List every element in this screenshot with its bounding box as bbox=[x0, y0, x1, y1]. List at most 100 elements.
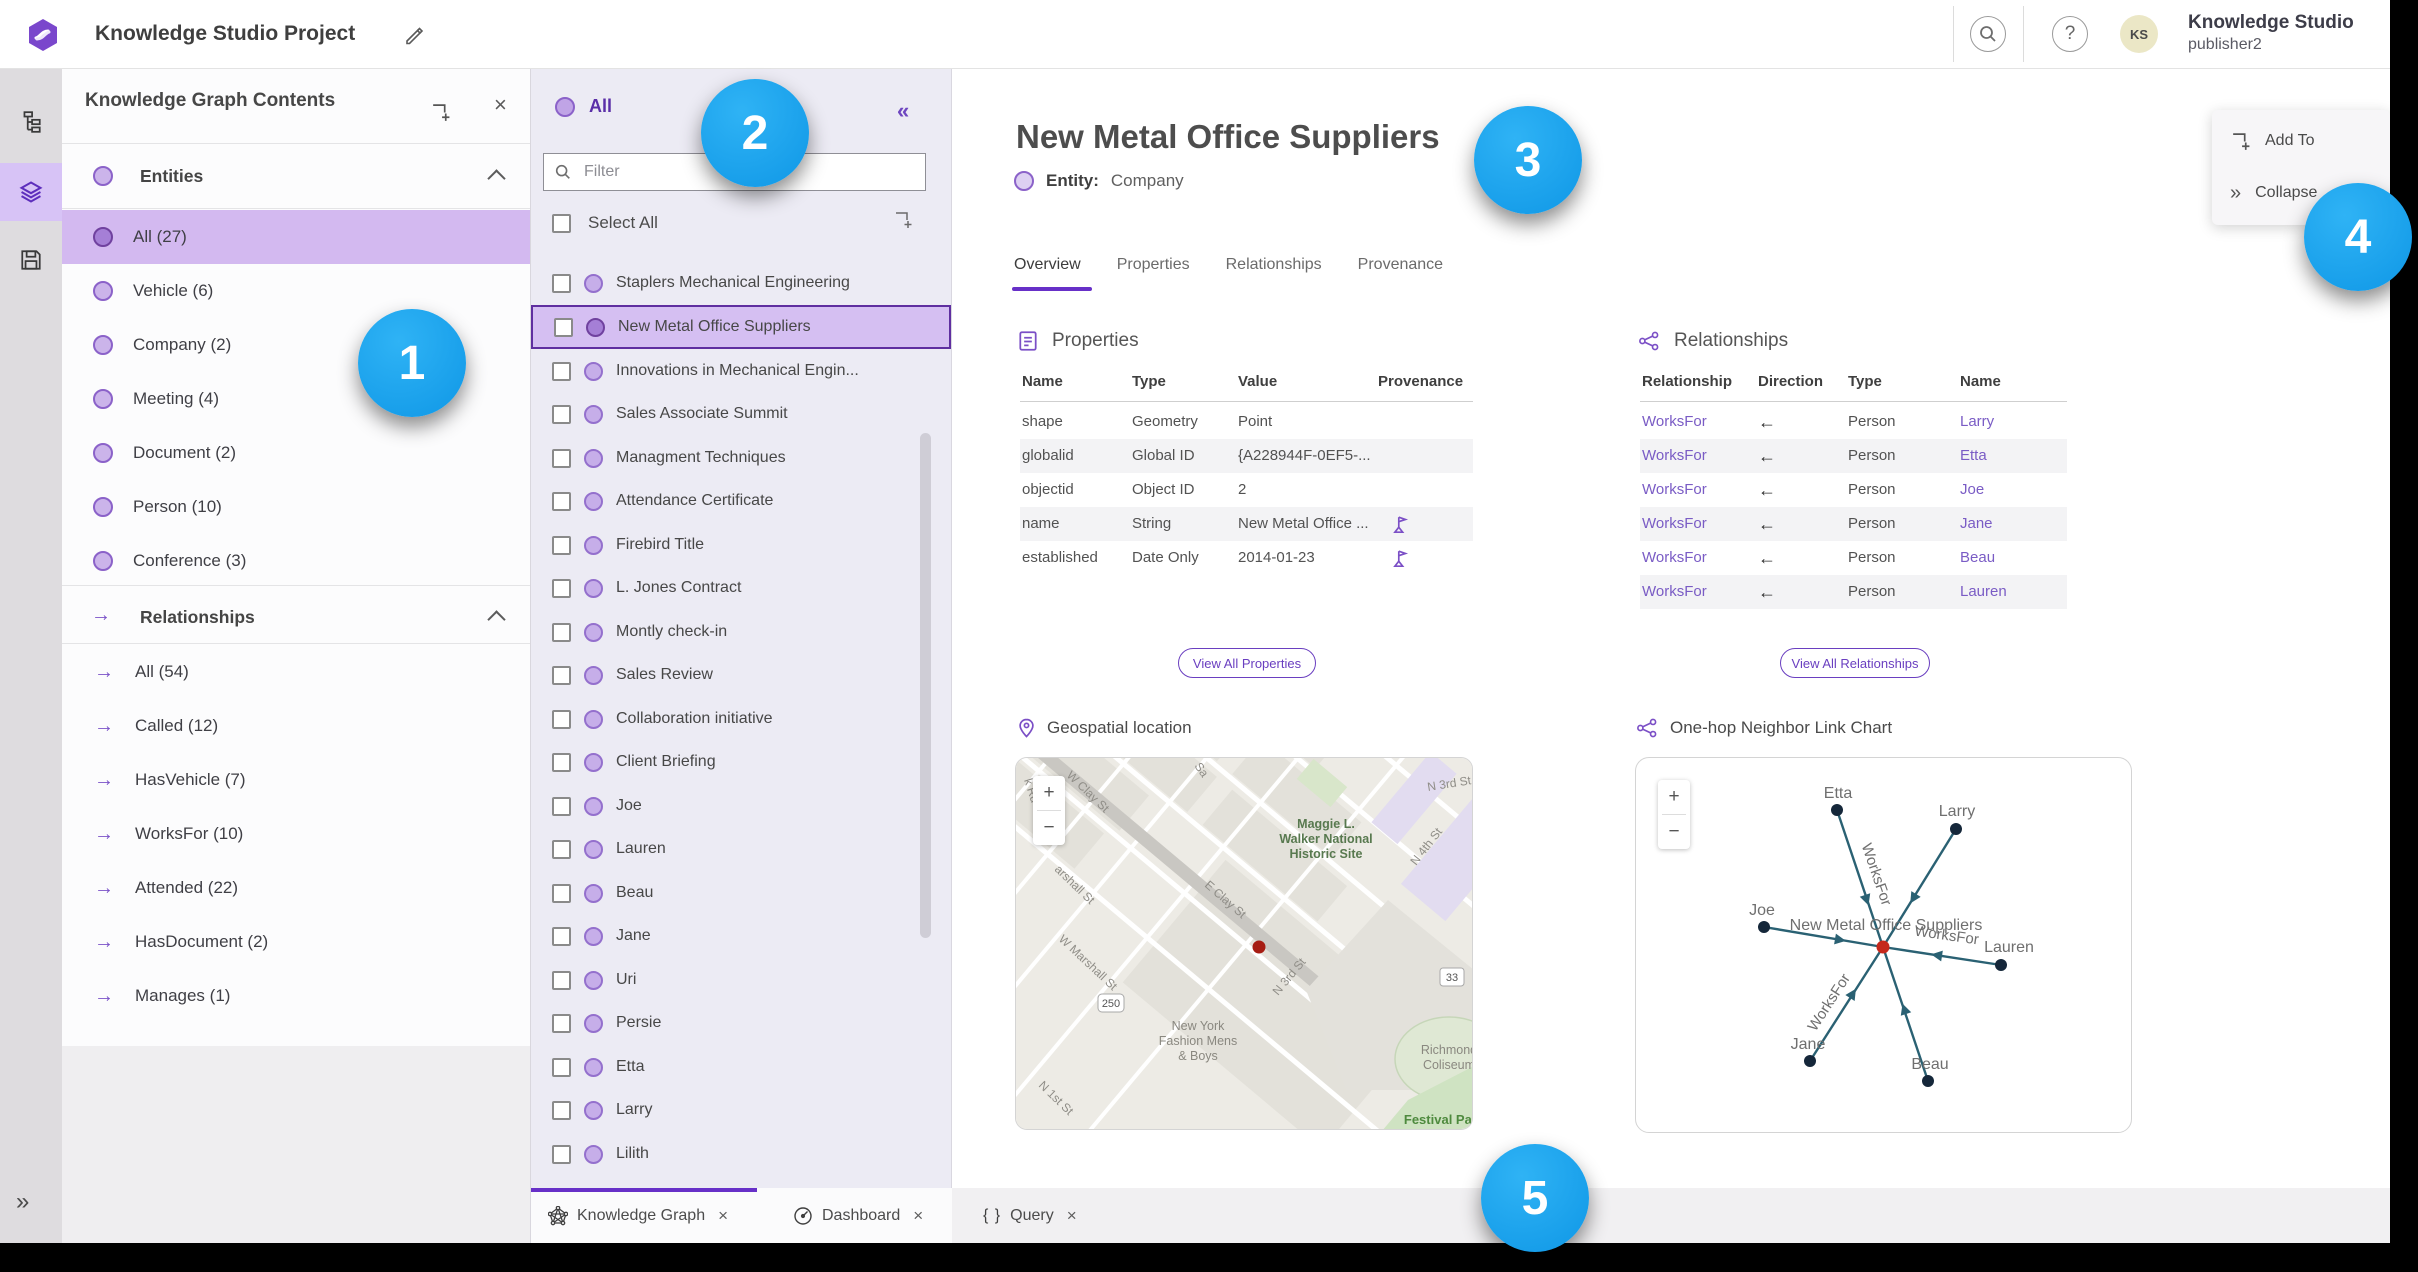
entity-link[interactable]: Joe bbox=[1960, 473, 1984, 507]
item-checkbox[interactable] bbox=[552, 448, 571, 468]
edit-title-icon[interactable] bbox=[403, 23, 425, 50]
entity-link[interactable]: Larry bbox=[1960, 405, 1994, 439]
item-checkbox[interactable] bbox=[552, 709, 571, 729]
data-model-tool-button[interactable] bbox=[0, 93, 62, 151]
list-item[interactable]: Joe bbox=[531, 784, 951, 828]
item-checkbox[interactable] bbox=[552, 622, 571, 642]
view-all-properties-button[interactable]: View All Properties bbox=[1178, 648, 1316, 678]
sidebar-item-hasvehicle[interactable]: → HasVehicle (7) bbox=[62, 753, 530, 807]
item-checkbox[interactable] bbox=[552, 970, 571, 990]
item-checkbox[interactable] bbox=[552, 1144, 571, 1164]
item-checkbox[interactable] bbox=[554, 317, 573, 337]
sidebar-item-manages[interactable]: → Manages (1) bbox=[62, 969, 530, 1023]
item-checkbox[interactable] bbox=[552, 883, 571, 903]
add-new-icon[interactable] bbox=[430, 102, 451, 128]
item-checkbox[interactable] bbox=[552, 578, 571, 598]
close-tab-icon[interactable]: × bbox=[1063, 1206, 1077, 1226]
item-checkbox[interactable] bbox=[552, 404, 571, 424]
list-item[interactable]: Montly check-in bbox=[531, 610, 951, 654]
collapse-entities-icon[interactable] bbox=[487, 169, 506, 188]
close-tab-icon[interactable]: × bbox=[714, 1206, 728, 1226]
list-item[interactable]: Client Briefing bbox=[531, 740, 951, 784]
graph-node[interactable] bbox=[1758, 921, 1770, 933]
select-all-row[interactable]: Select All bbox=[552, 203, 658, 243]
list-item[interactable]: L. Jones Contract bbox=[531, 566, 951, 610]
list-item[interactable]: Persie bbox=[531, 1001, 951, 1045]
relationships-section-header[interactable]: → Relationships bbox=[62, 586, 530, 650]
tab-properties[interactable]: Properties bbox=[1117, 256, 1190, 280]
zoom-in-button[interactable]: + bbox=[1658, 780, 1690, 814]
list-item[interactable]: Staplers Mechanical Engineering bbox=[531, 261, 951, 305]
list-item[interactable]: Larry bbox=[531, 1088, 951, 1132]
scrollbar[interactable] bbox=[920, 433, 931, 938]
add-to-button[interactable]: Add To bbox=[2230, 126, 2315, 156]
list-item[interactable]: Attendance Certificate bbox=[531, 479, 951, 523]
list-item[interactable]: Firebird Title bbox=[531, 523, 951, 567]
zoom-out-button[interactable]: − bbox=[1033, 811, 1065, 845]
item-checkbox[interactable] bbox=[552, 535, 571, 555]
list-item[interactable]: Jane bbox=[531, 914, 951, 958]
list-item[interactable]: Sales Review bbox=[531, 653, 951, 697]
list-item[interactable]: Uri bbox=[531, 958, 951, 1002]
sidebar-item-hasdocument[interactable]: → HasDocument (2) bbox=[62, 915, 530, 969]
list-item[interactable]: Etta bbox=[531, 1045, 951, 1089]
item-checkbox[interactable] bbox=[552, 1057, 571, 1077]
view-tab-knowledge-graph[interactable]: Knowledge Graph × bbox=[548, 1188, 728, 1243]
add-new-icon[interactable] bbox=[893, 210, 913, 235]
entities-section-header[interactable]: Entities bbox=[62, 144, 530, 208]
entity-link[interactable]: Jane bbox=[1960, 507, 1993, 541]
zoom-in-button[interactable]: + bbox=[1033, 776, 1065, 810]
relationship-link[interactable]: WorksFor bbox=[1642, 405, 1707, 439]
sidebar-item-entities-all[interactable]: All (27) bbox=[62, 210, 530, 264]
relationship-link[interactable]: WorksFor bbox=[1642, 473, 1707, 507]
sidebar-item-called[interactable]: → Called (12) bbox=[62, 699, 530, 753]
collapse-relationships-icon[interactable] bbox=[487, 610, 506, 629]
sidebar-item-conference[interactable]: Conference (3) bbox=[62, 534, 530, 588]
close-tab-icon[interactable]: × bbox=[909, 1206, 923, 1226]
view-all-relationships-button[interactable]: View All Relationships bbox=[1780, 648, 1930, 678]
list-item[interactable]: Managment Techniques bbox=[531, 436, 951, 480]
avatar[interactable]: KS bbox=[2120, 15, 2158, 53]
graph-node[interactable] bbox=[1804, 1055, 1816, 1067]
entity-link[interactable]: Lauren bbox=[1960, 575, 2007, 609]
list-item[interactable]: Collaboration initiative bbox=[531, 697, 951, 741]
list-item[interactable]: Lauren bbox=[531, 827, 951, 871]
graph-node[interactable] bbox=[1950, 823, 1962, 835]
collapse-button[interactable]: » Collapse bbox=[2230, 178, 2317, 208]
item-checkbox[interactable] bbox=[552, 491, 571, 511]
view-tab-query[interactable]: { } Query × bbox=[983, 1188, 1077, 1243]
close-panel-icon[interactable]: × bbox=[494, 92, 507, 118]
geospatial-map[interactable]: k Rd W Clay St Sa N 3rd St N 4th St arsh… bbox=[1015, 757, 1473, 1130]
tab-overview[interactable]: Overview bbox=[1014, 256, 1081, 280]
contents-tool-button[interactable] bbox=[0, 163, 62, 221]
item-checkbox[interactable] bbox=[552, 839, 571, 859]
graph-node[interactable] bbox=[1995, 959, 2007, 971]
search-button[interactable] bbox=[1970, 16, 2006, 52]
item-checkbox[interactable] bbox=[552, 1100, 571, 1120]
save-tool-button[interactable] bbox=[0, 231, 62, 289]
graph-node[interactable] bbox=[1922, 1075, 1934, 1087]
list-item[interactable]: Lilith bbox=[531, 1132, 951, 1176]
sidebar-item-vehicle[interactable]: Vehicle (6) bbox=[62, 264, 530, 318]
item-checkbox[interactable] bbox=[552, 926, 571, 946]
provenance-flag-icon[interactable] bbox=[1392, 548, 1410, 582]
item-checkbox[interactable] bbox=[552, 1013, 571, 1033]
item-checkbox[interactable] bbox=[552, 796, 571, 816]
list-item-selected[interactable]: New Metal Office Suppliers bbox=[531, 305, 951, 349]
relationship-link[interactable]: WorksFor bbox=[1642, 439, 1707, 473]
list-item[interactable]: Innovations in Mechanical Engin... bbox=[531, 349, 951, 393]
item-checkbox[interactable] bbox=[552, 273, 571, 293]
sidebar-item-document[interactable]: Document (2) bbox=[62, 426, 530, 480]
help-button[interactable]: ? bbox=[2052, 16, 2088, 52]
sidebar-item-attended[interactable]: → Attended (22) bbox=[62, 861, 530, 915]
select-all-checkbox[interactable] bbox=[552, 213, 571, 233]
tab-provenance[interactable]: Provenance bbox=[1358, 256, 1443, 280]
relationship-link[interactable]: WorksFor bbox=[1642, 575, 1707, 609]
relationship-link[interactable]: WorksFor bbox=[1642, 507, 1707, 541]
expand-rail-icon[interactable]: » bbox=[16, 1188, 29, 1216]
tab-relationships[interactable]: Relationships bbox=[1226, 256, 1322, 280]
graph-center-node[interactable] bbox=[1876, 940, 1890, 954]
entity-link[interactable]: Etta bbox=[1960, 439, 1987, 473]
sidebar-item-person[interactable]: Person (10) bbox=[62, 480, 530, 534]
sidebar-item-worksfor[interactable]: → WorksFor (10) bbox=[62, 807, 530, 861]
